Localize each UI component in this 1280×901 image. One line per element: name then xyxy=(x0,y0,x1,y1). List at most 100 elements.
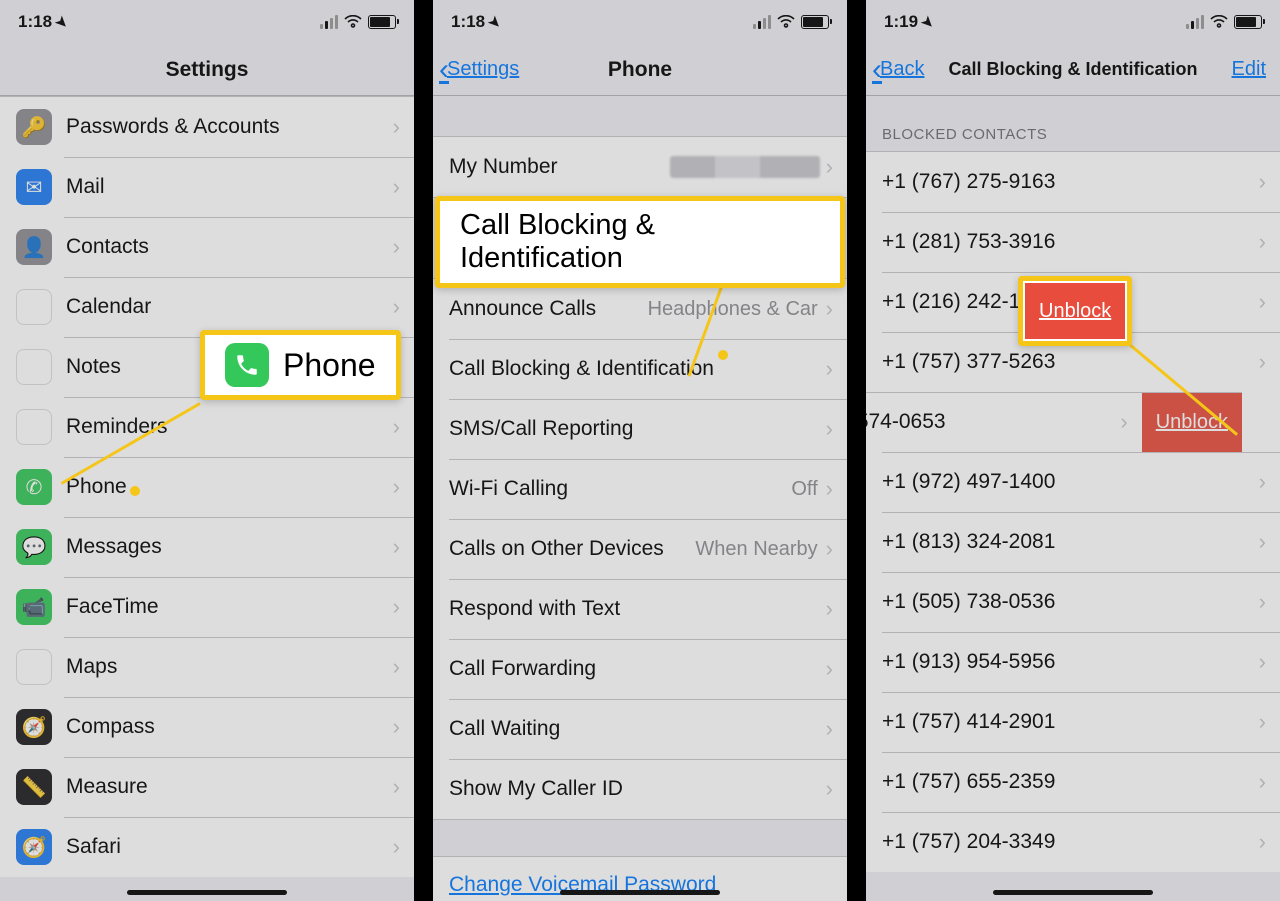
settings-row-contacts[interactable]: 👤Contacts› xyxy=(0,217,414,277)
app-icon: 💬 xyxy=(16,529,52,565)
app-icon xyxy=(16,349,52,385)
phone-settings-row-respond-with-text[interactable]: Respond with Text› xyxy=(433,579,847,639)
blocked-contact-row[interactable]: ) 574-0653›Unblock xyxy=(866,392,1242,452)
chevron-right-icon: › xyxy=(393,594,414,620)
chevron-right-icon: › xyxy=(393,474,414,500)
settings-row-calendar[interactable]: Calendar› xyxy=(0,277,414,337)
row-label: Measure xyxy=(66,775,393,799)
phone-settings-row-announce-calls[interactable]: Announce CallsHeadphones & Car› xyxy=(433,279,847,339)
phone-number: +1 (216) 242-1 xyxy=(882,290,1259,314)
page-title: Settings xyxy=(0,58,414,82)
row-label: Contacts xyxy=(66,235,393,259)
row-label: Calls on Other Devices xyxy=(449,537,695,561)
phone-number: +1 (757) 414-2901 xyxy=(882,710,1259,734)
location-icon: ➤ xyxy=(52,12,72,32)
phone-settings-row-show-my-caller-id[interactable]: Show My Caller ID› xyxy=(433,759,847,819)
row-my-number[interactable]: My Number › xyxy=(433,137,847,197)
wifi-icon xyxy=(344,15,362,29)
app-icon: 👤 xyxy=(16,229,52,265)
settings-row-phone[interactable]: ✆Phone› xyxy=(0,457,414,517)
blocked-contact-row[interactable]: +1 (913) 954-5956› xyxy=(866,632,1280,692)
app-icon: 🧭 xyxy=(16,829,52,865)
chevron-right-icon: › xyxy=(826,356,847,382)
settings-row-passwords-accounts[interactable]: 🔑Passwords & Accounts› xyxy=(0,97,414,157)
phone-settings-row-calls-on-other-devices[interactable]: Calls on Other DevicesWhen Nearby › xyxy=(433,519,847,579)
row-label: Wi-Fi Calling xyxy=(449,477,791,501)
blocked-contact-row[interactable]: +1 (757) 377-5263› xyxy=(866,332,1280,392)
page-title: Call Blocking & Identification xyxy=(866,59,1280,80)
home-indicator[interactable] xyxy=(127,890,287,895)
settings-row-messages[interactable]: 💬Messages› xyxy=(0,517,414,577)
chevron-right-icon: › xyxy=(826,296,847,322)
edit-button[interactable]: Edit xyxy=(1232,58,1266,81)
status-time: 1:19 xyxy=(884,12,918,32)
phone-settings-row-call-waiting[interactable]: Call Waiting› xyxy=(433,699,847,759)
app-icon xyxy=(16,289,52,325)
app-icon: 🔑 xyxy=(16,109,52,145)
row-value: Off xyxy=(791,478,817,501)
status-time: 1:18 xyxy=(451,12,485,32)
blocked-contact-row[interactable]: +1 (757) 204-3349› xyxy=(866,812,1280,872)
phone-settings-row-call-blocking-identification[interactable]: Call Blocking & Identification› xyxy=(433,339,847,399)
phone-number: +1 (757) 377-5263 xyxy=(882,350,1259,374)
chevron-right-icon: › xyxy=(393,534,414,560)
chevron-right-icon: › xyxy=(826,716,847,742)
settings-row-notes[interactable]: Notes› xyxy=(0,337,414,397)
chevron-right-icon: › xyxy=(393,714,414,740)
phone-settings-row-call-forwarding[interactable]: Call Forwarding› xyxy=(433,639,847,699)
chevron-right-icon: › xyxy=(1259,169,1280,195)
chevron-right-icon: › xyxy=(393,654,414,680)
chevron-right-icon: › xyxy=(826,536,847,562)
row-label: SMS/Call Reporting xyxy=(449,417,826,441)
settings-row-facetime[interactable]: 📹FaceTime› xyxy=(0,577,414,637)
phone-number: +1 (913) 954-5956 xyxy=(882,650,1259,674)
chevron-right-icon: › xyxy=(393,294,414,320)
blocked-contact-row[interactable]: +1 (281) 753-3916› xyxy=(866,212,1280,272)
chevron-right-icon: › xyxy=(826,596,847,622)
home-indicator[interactable] xyxy=(993,890,1153,895)
chevron-right-icon: › xyxy=(1259,349,1280,375)
app-icon xyxy=(16,649,52,685)
status-bar: 1:18➤ xyxy=(0,0,414,44)
app-icon: 📏 xyxy=(16,769,52,805)
chevron-right-icon: › xyxy=(393,174,414,200)
home-indicator[interactable] xyxy=(560,890,720,895)
blocked-contact-row[interactable]: +1 (757) 655-2359› xyxy=(866,752,1280,812)
status-bar: 1:18➤ xyxy=(433,0,847,44)
settings-row-mail[interactable]: ✉Mail› xyxy=(0,157,414,217)
app-icon: 📹 xyxy=(16,589,52,625)
blocked-contact-row[interactable]: +1 (767) 275-9163› xyxy=(866,152,1280,212)
row-value: When Nearby xyxy=(695,538,817,561)
settings-row-safari[interactable]: 🧭Safari› xyxy=(0,817,414,877)
row-label: Respond with Text xyxy=(449,597,826,621)
phone-settings-row-wi-fi-calling[interactable]: Wi-Fi CallingOff› xyxy=(433,459,847,519)
phone-number: +1 (505) 738-0536 xyxy=(882,590,1259,614)
cell-signal-icon xyxy=(320,15,338,29)
screenshot-1-settings: 1:18➤ Settings 🔑Passwords & Accounts›✉Ma… xyxy=(0,0,414,901)
row-label: Calendar xyxy=(66,295,393,319)
chevron-right-icon: › xyxy=(1259,709,1280,735)
unblock-button[interactable]: Unblock xyxy=(1142,392,1242,452)
my-number-value-redacted xyxy=(670,156,820,178)
settings-row-maps[interactable]: Maps› xyxy=(0,637,414,697)
blocked-contact-row[interactable]: +1 (505) 738-0536› xyxy=(866,572,1280,632)
blocked-contact-row[interactable]: +1 (972) 497-1400› xyxy=(866,452,1280,512)
settings-row-compass[interactable]: 🧭Compass› xyxy=(0,697,414,757)
row-label: Phone xyxy=(66,475,393,499)
phone-number: +1 (757) 204-3349 xyxy=(882,830,1259,854)
chevron-right-icon: › xyxy=(393,354,414,380)
chevron-right-icon: › xyxy=(826,656,847,682)
row-label: Safari xyxy=(66,835,393,859)
blocked-contact-row[interactable]: +1 (757) 414-2901› xyxy=(866,692,1280,752)
chevron-right-icon: › xyxy=(1259,229,1280,255)
blocked-contact-row[interactable]: +1 (216) 242-1› xyxy=(866,272,1280,332)
battery-icon xyxy=(368,15,396,29)
blocked-contact-row[interactable]: +1 (813) 324-2081› xyxy=(866,512,1280,572)
settings-row-measure[interactable]: 📏Measure› xyxy=(0,757,414,817)
settings-row-reminders[interactable]: Reminders› xyxy=(0,397,414,457)
phone-settings-row-sms-call-reporting[interactable]: SMS/Call Reporting› xyxy=(433,399,847,459)
app-icon xyxy=(16,409,52,445)
chevron-right-icon: › xyxy=(393,114,414,140)
status-bar: 1:19➤ xyxy=(866,0,1280,44)
battery-icon xyxy=(1234,15,1262,29)
